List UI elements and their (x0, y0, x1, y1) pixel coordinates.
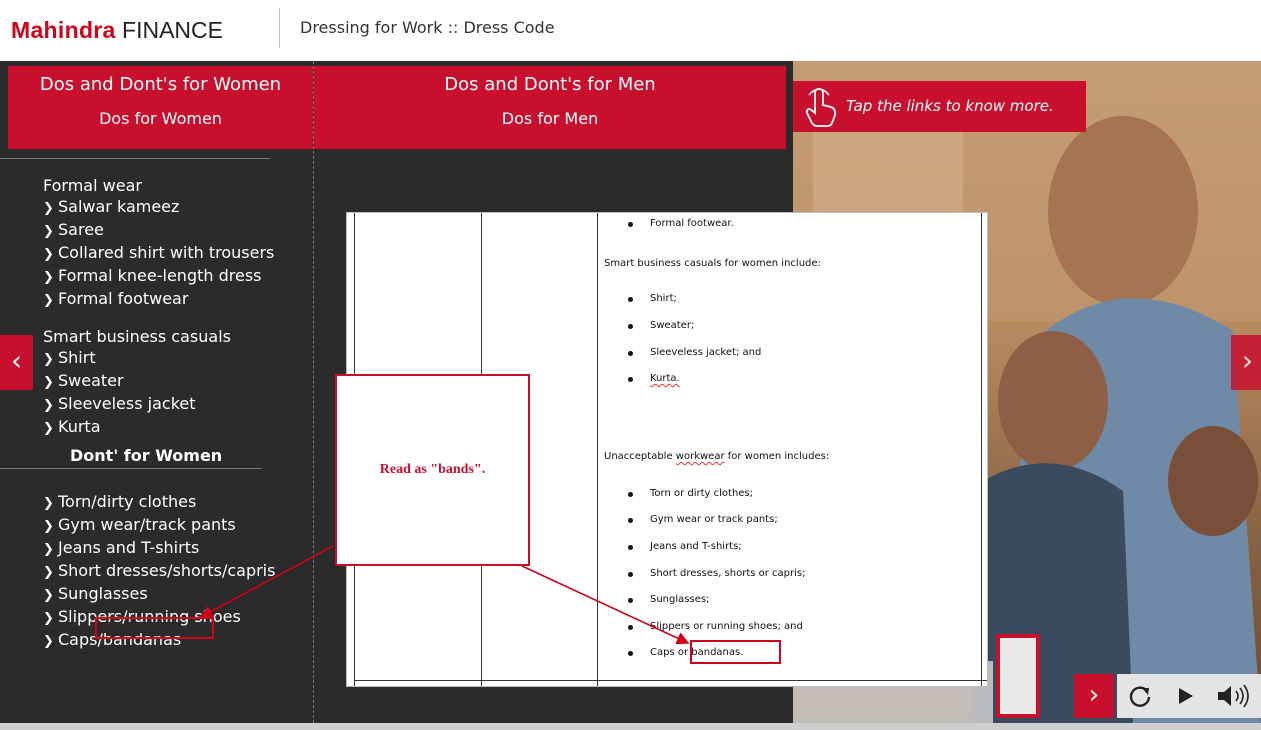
chevron-right-icon: › (1088, 680, 1100, 710)
play-icon (1178, 688, 1193, 704)
page: { "header": { "brand_part1": "Mahindra",… (0, 0, 1261, 730)
speaker-icon (1218, 684, 1249, 708)
replay-icon (1129, 686, 1150, 707)
callout-arrows (199, 545, 690, 645)
replay-button[interactable] (1117, 674, 1162, 718)
audio-button[interactable] (1207, 674, 1261, 718)
next-button[interactable]: › (1074, 674, 1114, 718)
play-button[interactable] (1162, 674, 1207, 718)
arrow-right (521, 565, 690, 645)
arrow-left (199, 545, 334, 618)
